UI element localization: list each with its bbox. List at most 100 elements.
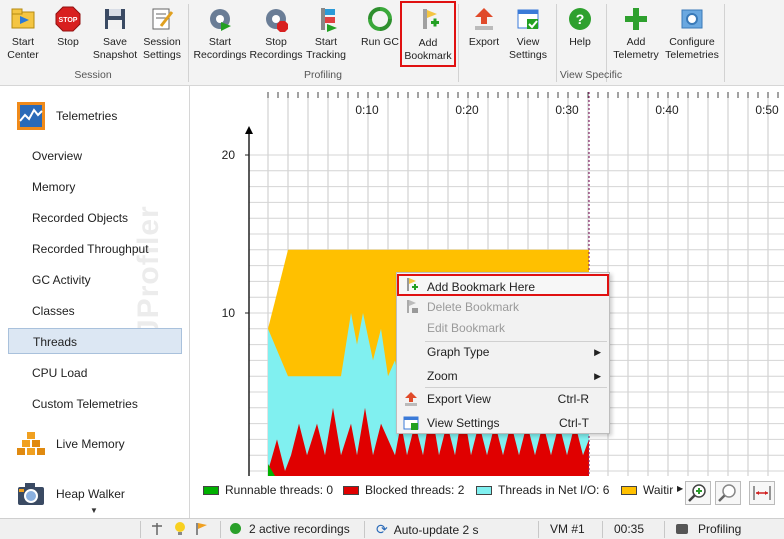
recordings-status[interactable]: 2 active recordings bbox=[230, 519, 350, 539]
legend-runnable-label: Runnable threads: 0 bbox=[225, 483, 334, 497]
telemetries-icon bbox=[17, 102, 45, 130]
status-bar: 2 active recordings ⟳ Auto-update 2 s VM … bbox=[0, 518, 784, 539]
status-divider bbox=[538, 521, 539, 538]
sidebar-item-recorded-throughput[interactable]: Recorded Throughput bbox=[8, 236, 182, 262]
start-tracking-button[interactable]: Start Tracking bbox=[306, 2, 346, 66]
view-settings-icon bbox=[403, 416, 419, 430]
menu-item-delete-bookmark[interactable]: Delete Bookmark bbox=[397, 296, 609, 318]
refresh-icon: ⟳ bbox=[376, 521, 388, 537]
help-label: Help bbox=[569, 36, 591, 48]
view-settings-button[interactable]: View Settings bbox=[506, 2, 550, 66]
menu-item-add-bookmark-here[interactable]: Add Bookmark Here bbox=[397, 274, 609, 296]
legend-net-io-label: Threads in Net I/O: 6 bbox=[498, 483, 610, 497]
session-group-label: Session bbox=[74, 69, 112, 81]
green-dot-icon bbox=[230, 523, 241, 534]
stop-label: Stop bbox=[57, 36, 79, 48]
legend-runnable-swatch bbox=[203, 485, 219, 495]
sidebar-item-custom-telemetries[interactable]: Custom Telemetries bbox=[8, 391, 182, 417]
bookmark-icon bbox=[423, 9, 439, 29]
stop-button[interactable]: STOP Stop bbox=[50, 2, 86, 66]
menu-item-delete-bookmark-label: Delete Bookmark bbox=[427, 300, 520, 314]
start-center-label: Start Center bbox=[7, 36, 39, 61]
submenu-arrow-icon: ▶ bbox=[594, 371, 601, 381]
sidebar-item-overview[interactable]: Overview bbox=[8, 143, 182, 169]
plus-icon bbox=[625, 8, 647, 30]
flag-icon[interactable] bbox=[195, 522, 209, 536]
add-telemetry-button[interactable]: Add Telemetry bbox=[612, 2, 660, 66]
sidebar-section-heap-walker-label: Heap Walker bbox=[56, 487, 125, 501]
sidebar-section-telemetries[interactable]: Telemetries bbox=[0, 96, 189, 136]
menu-item-edit-bookmark[interactable]: Edit Bookmark bbox=[397, 317, 609, 339]
legend-scroll-right-icon[interactable]: ▶ bbox=[677, 484, 683, 493]
stop-recordings-button[interactable]: Stop Recordings bbox=[249, 2, 303, 66]
menu-item-export-view[interactable]: Export View Ctrl-R bbox=[397, 388, 609, 410]
start-tracking-label: Start Tracking bbox=[306, 36, 346, 61]
add-telemetry-label: Add Telemetry bbox=[613, 36, 659, 61]
menu-item-zoom[interactable]: Zoom ▶ bbox=[397, 365, 609, 387]
sidebar-item-classes[interactable]: Classes bbox=[8, 298, 182, 324]
sidebar-item-recorded-objects[interactable]: Recorded Objects bbox=[8, 205, 182, 231]
auto-update-status[interactable]: ⟳ Auto-update 2 s bbox=[376, 519, 478, 539]
export-icon bbox=[475, 8, 493, 30]
delete-bookmark-icon bbox=[407, 300, 418, 313]
sidebar-section-telemetries-label: Telemetries bbox=[56, 109, 118, 123]
bookmark-icon bbox=[407, 278, 418, 291]
y-tick-label: 10 bbox=[222, 306, 236, 320]
toolbar-divider bbox=[458, 4, 459, 82]
vm-status: VM #1 bbox=[550, 522, 585, 536]
elapsed-time: 00:35 bbox=[614, 522, 645, 536]
save-snapshot-button[interactable]: Save Snapshot bbox=[93, 2, 137, 66]
add-bookmark-label: Add Bookmark bbox=[404, 37, 452, 62]
session-settings-label: Session Settings bbox=[143, 36, 181, 61]
y-axis-arrow-icon bbox=[245, 126, 253, 134]
start-center-button[interactable]: Start Center bbox=[4, 2, 42, 66]
configure-telemetries-label: Configure Telemetries bbox=[665, 36, 719, 61]
add-bookmark-button[interactable]: Add Bookmark bbox=[400, 1, 456, 67]
x-tick-label: 0:40 bbox=[655, 103, 679, 117]
legend-blocked-swatch bbox=[343, 485, 359, 495]
view-settings-label: View Settings bbox=[509, 36, 547, 61]
sidebar-item-cpu-load[interactable]: CPU Load bbox=[8, 360, 182, 386]
configure-telemetries-button[interactable]: Configure Telemetries bbox=[664, 2, 720, 66]
fit-width-button[interactable] bbox=[749, 481, 775, 505]
status-divider bbox=[220, 521, 221, 538]
sidebar-section-live-memory[interactable]: Live Memory bbox=[0, 424, 189, 464]
sidebar-item-memory[interactable]: Memory bbox=[8, 174, 182, 200]
export-button[interactable]: Export bbox=[464, 2, 504, 66]
sidebar: JProfiler Telemetries Overview Memory Re… bbox=[0, 86, 190, 518]
profiling-group-label: Profiling bbox=[304, 69, 342, 81]
legend-runnable: Runnable threads: 0 bbox=[203, 483, 333, 497]
run-gc-button[interactable]: Run GC bbox=[358, 2, 402, 66]
start-recordings-button[interactable]: Start Recordings bbox=[193, 2, 247, 66]
sidebar-section-live-memory-label: Live Memory bbox=[56, 437, 125, 451]
menu-item-export-view-label: Export View bbox=[427, 392, 491, 406]
start-recordings-label: Start Recordings bbox=[193, 36, 247, 61]
zoom-out-button[interactable] bbox=[715, 481, 741, 505]
toolbar-divider bbox=[188, 4, 189, 82]
profiling-mode-status: Profiling bbox=[676, 519, 741, 539]
y-tick-label: 20 bbox=[222, 148, 236, 162]
session-settings-button[interactable]: Session Settings bbox=[140, 2, 184, 66]
help-button[interactable]: ? Help bbox=[562, 2, 598, 66]
view-specific-group-label: View Specific bbox=[559, 69, 623, 81]
menu-item-view-settings[interactable]: View Settings Ctrl-T bbox=[397, 412, 609, 434]
profiling-mode-label: Profiling bbox=[698, 522, 742, 536]
start-recordings-icon bbox=[210, 9, 231, 31]
stop-icon: STOP bbox=[55, 6, 81, 32]
help-icon: ? bbox=[569, 8, 591, 30]
fit-width-icon bbox=[753, 486, 771, 500]
sidebar-item-gc-activity[interactable]: GC Activity bbox=[8, 267, 182, 293]
sidebar-scroll-down-icon[interactable]: ▼ bbox=[90, 506, 98, 515]
x-tick-label: 0:20 bbox=[455, 103, 479, 117]
lightbulb-icon[interactable] bbox=[173, 521, 187, 537]
sidebar-item-threads[interactable]: Threads bbox=[8, 328, 182, 354]
legend-net-io-swatch bbox=[476, 485, 492, 495]
menu-item-view-settings-shortcut: Ctrl-T bbox=[559, 416, 589, 430]
pin-icon[interactable] bbox=[150, 522, 164, 536]
legend-net-io: Threads in Net I/O: 6 bbox=[476, 483, 609, 497]
auto-update-label: Auto-update 2 s bbox=[393, 523, 479, 537]
view-settings-icon bbox=[517, 9, 539, 29]
zoom-in-button[interactable] bbox=[685, 481, 711, 505]
menu-item-zoom-label: Zoom bbox=[427, 369, 458, 383]
menu-item-graph-type[interactable]: Graph Type ▶ bbox=[397, 341, 609, 363]
